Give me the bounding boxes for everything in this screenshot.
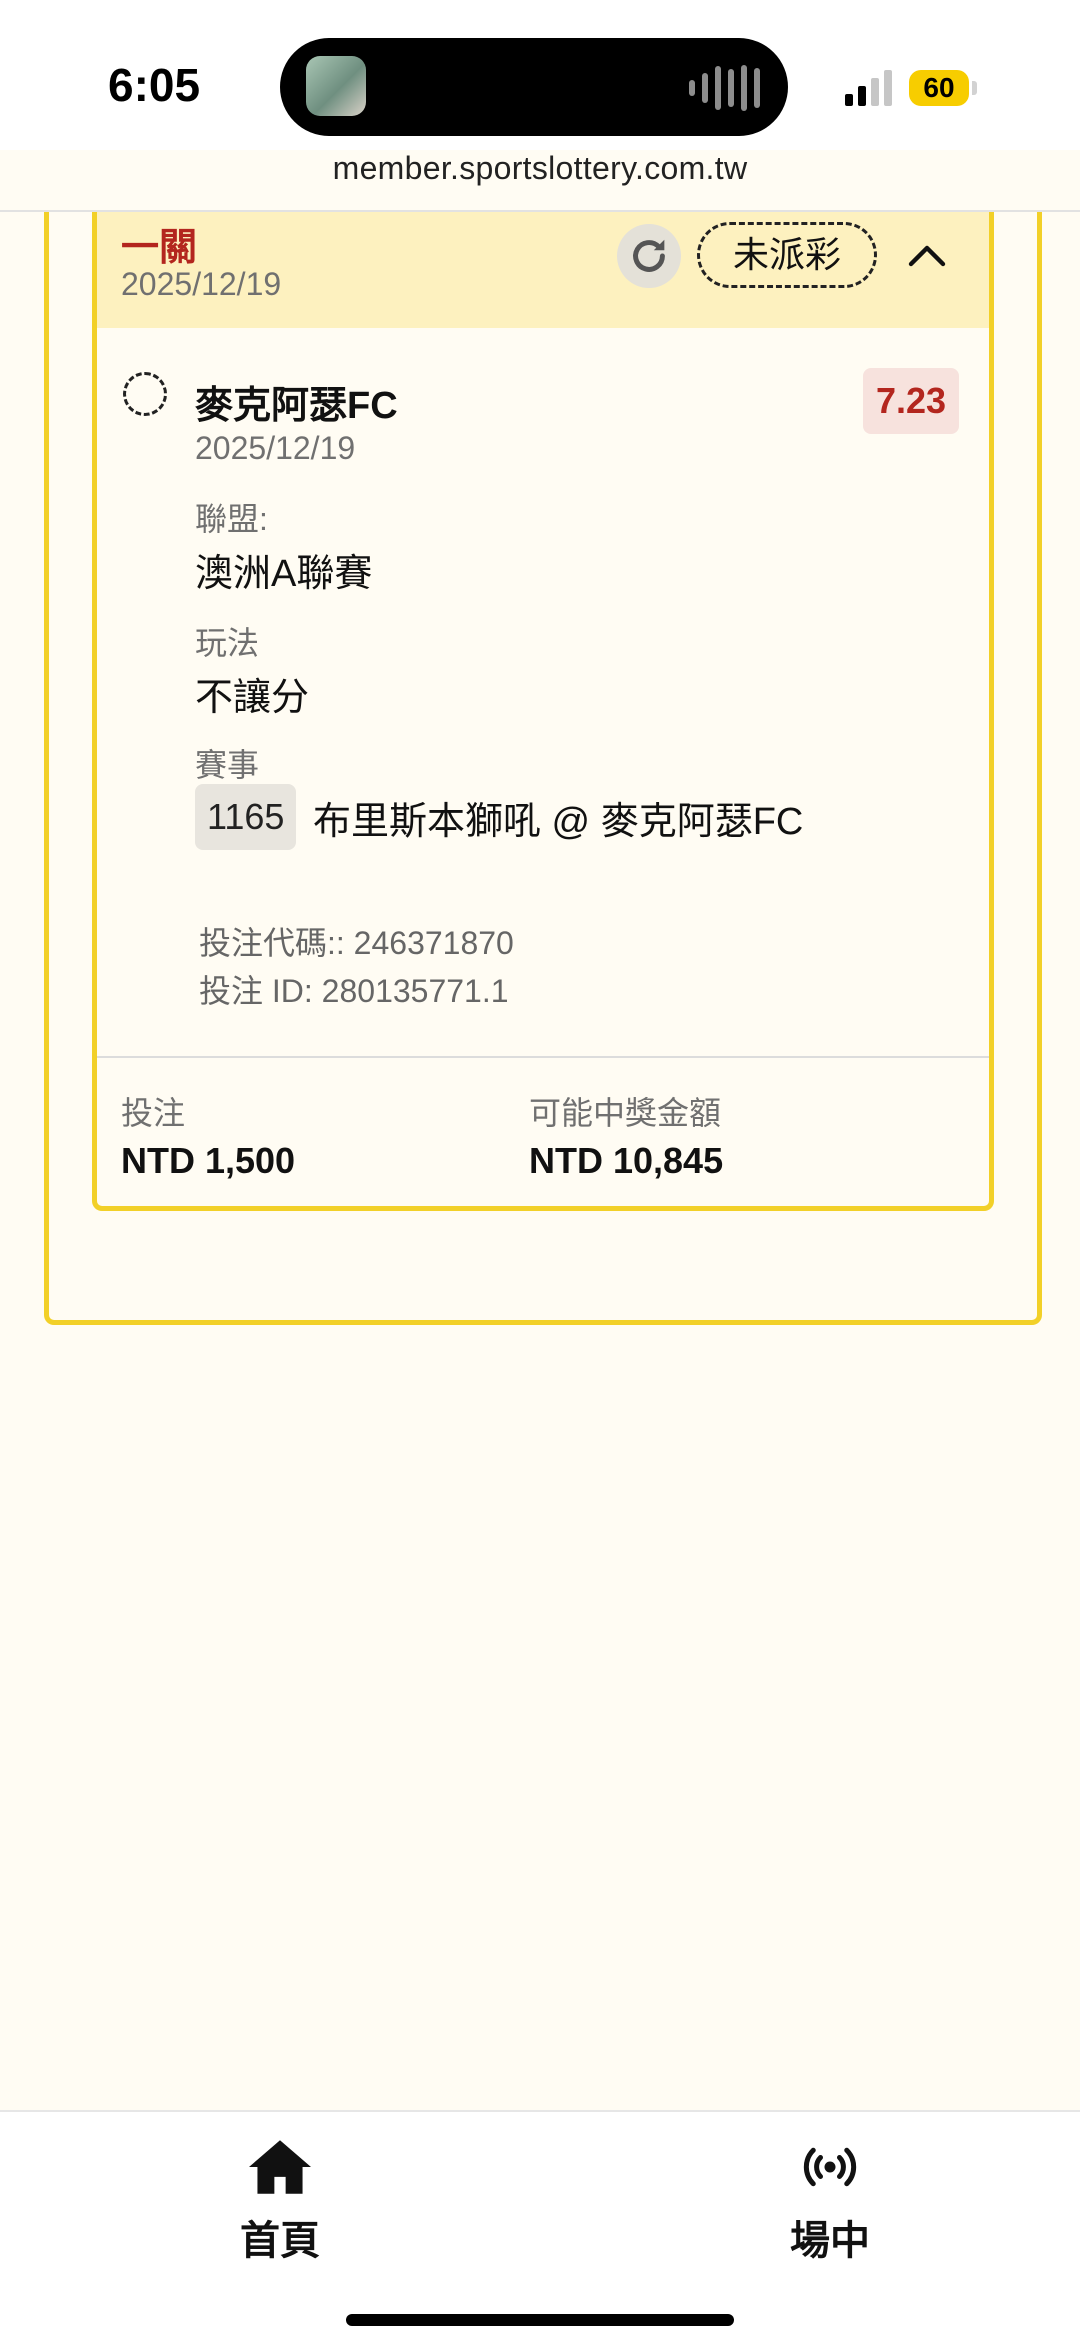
- match-number-badge: 1165: [195, 784, 297, 850]
- tab-live-label: 場中: [790, 2219, 870, 2263]
- ticket-header[interactable]: 一關 2025/12/19 未派彩: [97, 212, 989, 328]
- chevron-up-icon: [908, 245, 946, 267]
- audio-waveform-icon: [689, 64, 760, 112]
- refresh-icon: [633, 239, 665, 272]
- play-type-label: 玩法: [195, 625, 260, 661]
- stake-label: 投注: [121, 1095, 186, 1131]
- home-icon: [249, 2140, 311, 2194]
- bet-id: 投注 ID: 280135771.1: [199, 973, 509, 1009]
- odds-badge: 7.23: [863, 368, 959, 434]
- dynamic-island[interactable]: [280, 38, 788, 136]
- clock: 6:05: [108, 59, 201, 111]
- refresh-button[interactable]: [617, 224, 681, 288]
- ticket-date: 2025/12/19: [121, 266, 282, 302]
- battery-indicator: 60: [909, 70, 969, 106]
- league-value: 澳洲A聯賽: [195, 553, 373, 595]
- collapse-button[interactable]: [897, 226, 957, 286]
- stake-amount: NTD 1,500: [121, 1140, 296, 1181]
- parlay-type: 一關: [121, 227, 198, 269]
- potential-payout-label: 可能中獎金額: [529, 1095, 722, 1131]
- cellular-signal-icon: [845, 70, 892, 106]
- home-indicator[interactable]: [346, 2314, 734, 2326]
- selection-date: 2025/12/19: [195, 430, 356, 466]
- summary-divider: [97, 1056, 989, 1058]
- play-type-value: 不讓分: [195, 677, 310, 719]
- selection-result-icon: [123, 372, 167, 416]
- bet-ticket-card: 一關 2025/12/19 未派彩 麥克阿瑟FC 2025/12/19 7.23…: [92, 212, 994, 1211]
- battery-tip: [972, 81, 977, 95]
- address-bar[interactable]: member.sportslottery.com.tw: [0, 150, 1080, 187]
- bet-code: 投注代碼:: 246371870: [199, 925, 514, 961]
- settlement-status-badge: 未派彩: [697, 222, 877, 288]
- selection-team: 麥克阿瑟FC: [195, 385, 398, 427]
- league-label: 聯盟:: [195, 501, 268, 537]
- tab-home-label: 首頁: [240, 2219, 320, 2263]
- tab-home[interactable]: 首頁: [180, 2132, 380, 2266]
- live-broadcast-icon: [803, 2147, 857, 2187]
- status-bar: 6:05 60: [0, 0, 1080, 150]
- match-label: 賽事: [195, 747, 260, 783]
- match-name: 布里斯本獅吼 @ 麥克阿瑟FC: [313, 801, 804, 843]
- tab-live[interactable]: 場中: [730, 2132, 930, 2266]
- now-playing-artwork: [306, 56, 366, 116]
- potential-payout-amount: NTD 10,845: [529, 1140, 724, 1181]
